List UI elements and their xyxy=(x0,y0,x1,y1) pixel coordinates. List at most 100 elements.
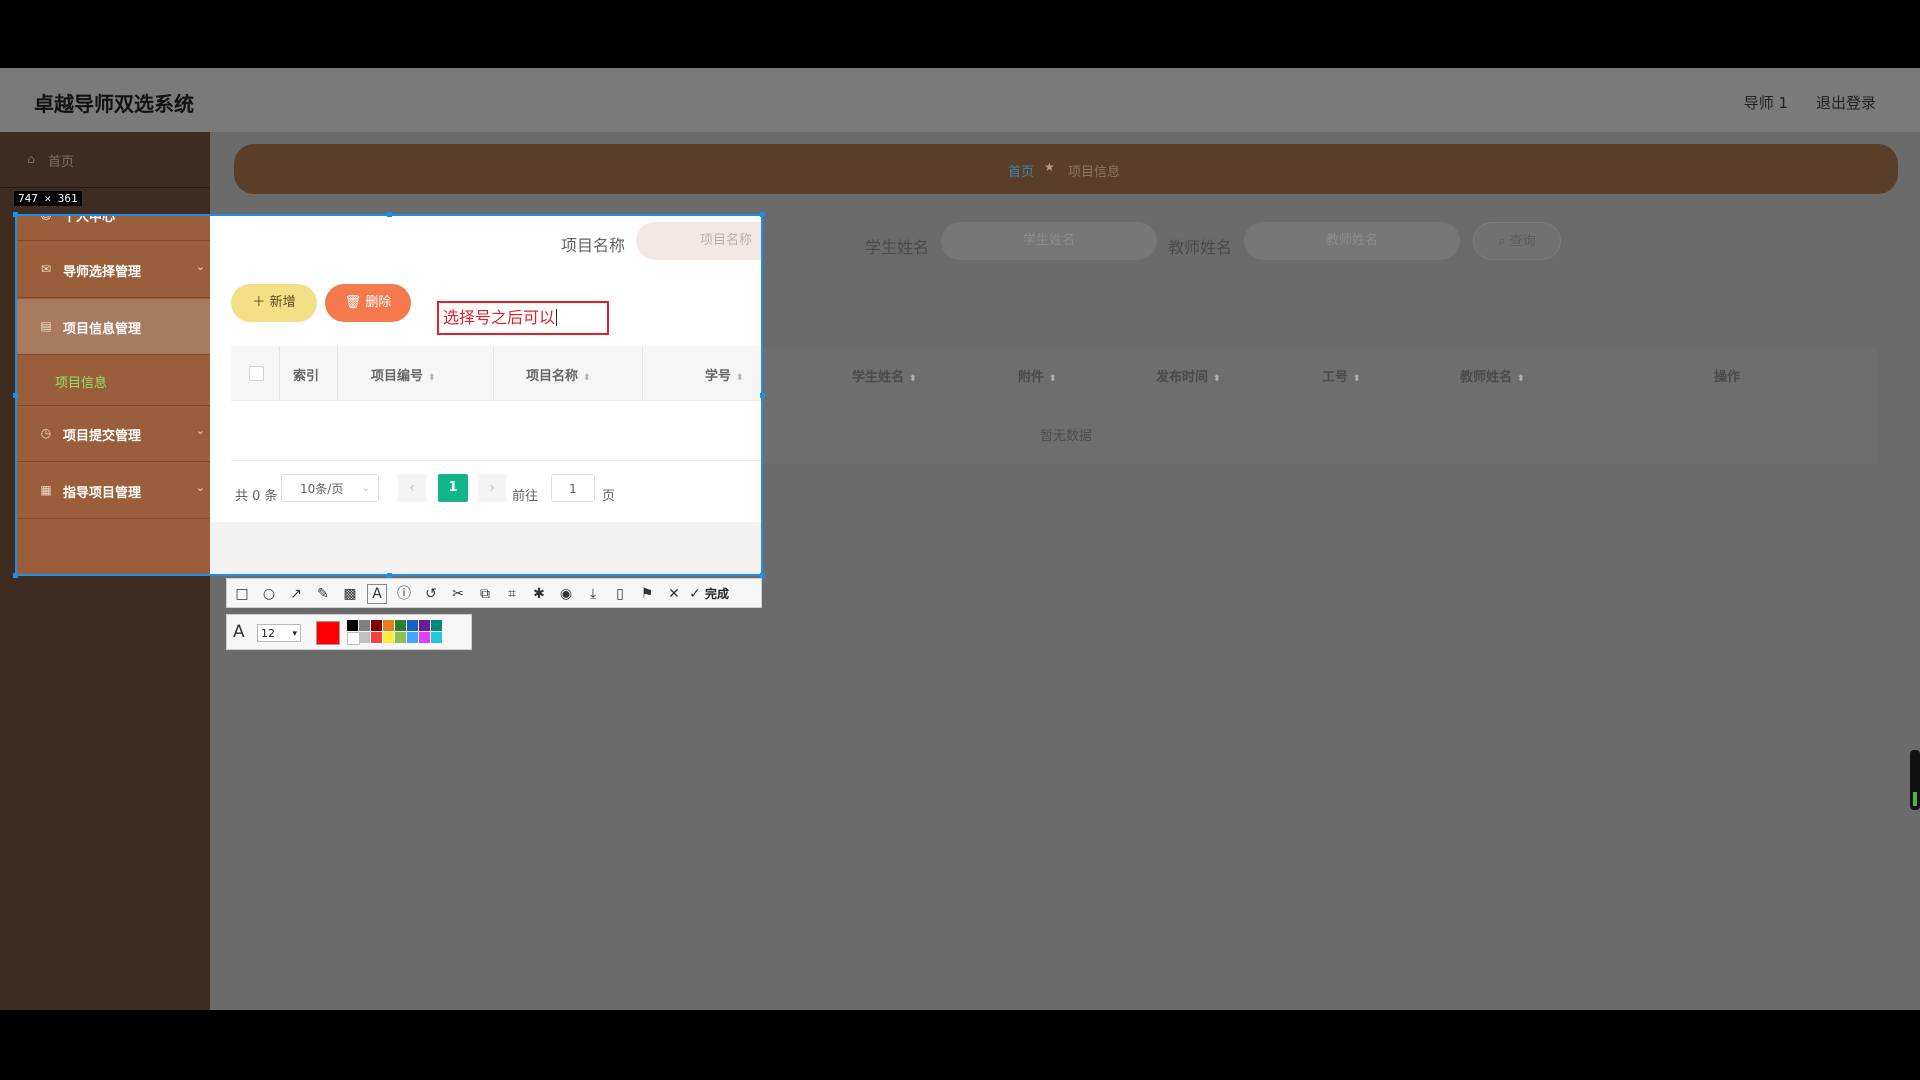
mosaic-tool-icon[interactable]: ▩ xyxy=(340,584,360,604)
color-swatch[interactable] xyxy=(383,632,394,643)
chevron-left-icon: ‹ xyxy=(409,480,415,496)
number-tool-icon[interactable]: ⓘ xyxy=(394,584,414,604)
col-label: 附件 xyxy=(1018,370,1045,385)
sidebar-item-label: 项目信息管理 xyxy=(63,322,142,337)
color-swatch[interactable] xyxy=(407,620,418,631)
add-button[interactable]: ＋ 新增 xyxy=(231,284,317,322)
query-button[interactable]: ⌕ 查询 xyxy=(1473,222,1561,260)
prev-page-button[interactable]: ‹ xyxy=(398,474,426,502)
add-button-label: 新增 xyxy=(269,295,296,310)
next-page-button[interactable]: › xyxy=(478,474,506,502)
teacher-name-input[interactable]: 教师姓名 xyxy=(1244,222,1460,260)
sidebar-item-label: 项目提交管理 xyxy=(63,429,142,444)
done-button[interactable]: 完成 xyxy=(705,585,729,602)
logout-link[interactable]: 退出登录 xyxy=(1816,92,1876,113)
student-name-input[interactable]: 学生姓名 xyxy=(941,222,1157,260)
ellipse-tool-icon[interactable]: ○ xyxy=(259,584,279,604)
download-icon[interactable]: ⤓ xyxy=(583,584,603,604)
project-name-input[interactable]: 项目名称 xyxy=(636,222,763,260)
text-annotation-box[interactable]: 选择号之后可以 xyxy=(437,301,609,335)
page-size-select[interactable]: 10条/页 ⌄ xyxy=(281,474,379,502)
clock-icon: ◷ xyxy=(40,426,52,440)
translate-icon[interactable]: ⧉ xyxy=(475,584,495,604)
color-swatch[interactable] xyxy=(383,620,394,631)
resize-handle-sw[interactable] xyxy=(13,573,18,578)
color-swatch[interactable] xyxy=(431,632,442,643)
font-icon: A xyxy=(233,622,245,642)
goto-page-input[interactable]: 1 xyxy=(551,474,595,502)
sidebar-item-profile[interactable]: ☺ 个人中心 xyxy=(15,214,225,241)
col-student-name[interactable]: 学生姓名 ⬍ xyxy=(852,366,917,385)
font-size-select[interactable]: 12 ▾ xyxy=(257,624,301,642)
text-style-toolbar: A 12 ▾ xyxy=(226,614,472,650)
empty-table-text: 暂无数据 xyxy=(1040,429,1093,444)
col-publish-time[interactable]: 发布时间 ⬍ xyxy=(1156,366,1221,385)
color-swatch[interactable] xyxy=(371,620,382,631)
mail-icon: ✉ xyxy=(40,262,52,276)
color-swatch[interactable] xyxy=(395,620,406,631)
color-swatch[interactable] xyxy=(431,620,442,631)
sidebar-item-home[interactable]: ⌂ 首页 xyxy=(0,132,210,188)
record-icon[interactable]: ◉ xyxy=(556,584,576,604)
col-teacher-name[interactable]: 教师姓名 ⬍ xyxy=(1460,366,1525,385)
page-number-current[interactable]: 1 xyxy=(438,474,468,502)
col-staff-no[interactable]: 工号 ⬍ xyxy=(1322,366,1361,385)
select-all-checkbox[interactable] xyxy=(249,366,264,381)
col-project-no[interactable]: 项目编号 ⬍ xyxy=(371,365,436,384)
page-size-value: 10条/页 xyxy=(300,482,344,496)
annotation-text: 选择号之后可以 xyxy=(443,308,556,327)
resize-handle-w[interactable] xyxy=(13,393,18,398)
pen-tool-icon[interactable]: ✎ xyxy=(313,584,333,604)
color-swatch[interactable] xyxy=(359,620,370,631)
teacher-name-label: 教师姓名 xyxy=(1168,238,1233,257)
close-icon[interactable]: ✕ xyxy=(664,584,684,604)
long-capture-icon[interactable]: ▯ xyxy=(610,584,630,604)
sort-icon: ⬍ xyxy=(736,373,744,383)
chevron-right-icon: › xyxy=(489,480,495,496)
chevron-down-icon: ⌄ xyxy=(195,260,205,273)
sort-icon: ⬍ xyxy=(583,373,591,383)
crop-icon[interactable]: ✂ xyxy=(448,584,468,604)
color-swatch[interactable] xyxy=(395,632,406,643)
rect-tool-icon[interactable]: □ xyxy=(232,584,252,604)
color-swatch[interactable] xyxy=(347,620,358,631)
breadcrumb-home[interactable]: 首页 xyxy=(1008,161,1034,180)
col-actions: 操作 xyxy=(1714,370,1741,385)
sidebar-item-project-info[interactable]: 项目信息 xyxy=(15,356,225,406)
text-tool-icon[interactable]: A xyxy=(367,584,387,604)
col-student-no[interactable]: 学号 ⬍ xyxy=(705,365,744,384)
color-swatch[interactable] xyxy=(419,620,430,631)
resize-handle-ne[interactable] xyxy=(760,212,765,217)
capture-selection[interactable]: ☺ 个人中心 ✉ 导师选择管理 ⌄ ▤ 项目信息管理 项目信息 ◷ 项目提交管理… xyxy=(15,214,763,576)
sidebar-item-advisor-selection[interactable]: ✉ 导师选择管理 ⌄ xyxy=(15,242,225,298)
current-user[interactable]: 导师 1 xyxy=(1744,92,1788,113)
current-color-swatch[interactable] xyxy=(316,621,340,645)
chevron-down-icon: ⌄ xyxy=(361,483,370,494)
sidebar-item-project-submission[interactable]: ◷ 项目提交管理 ⌄ xyxy=(15,406,225,462)
color-swatch[interactable] xyxy=(359,632,370,643)
color-swatch[interactable] xyxy=(407,632,418,643)
ocr-icon[interactable]: ⌗ xyxy=(502,584,522,604)
col-project-name[interactable]: 项目名称 ⬍ xyxy=(526,365,591,384)
color-swatch[interactable] xyxy=(419,632,430,643)
pin-icon[interactable]: ✱ xyxy=(529,584,549,604)
col-attachment[interactable]: 附件 ⬍ xyxy=(1018,366,1057,385)
chevron-down-icon: ▾ xyxy=(292,629,297,639)
capture-toolbar: □ ○ ↗ ✎ ▩ A ⓘ ↺ ✂ ⧉ ⌗ ✱ ◉ ⤓ ▯ ⚑ ✕ ✓ 完成 xyxy=(226,578,762,608)
resize-handle-n[interactable] xyxy=(387,212,392,217)
col-label: 学生姓名 xyxy=(852,370,905,385)
resize-handle-nw[interactable] xyxy=(13,212,18,217)
delete-button[interactable]: 🗑 删除 xyxy=(325,284,411,322)
resize-handle-e[interactable] xyxy=(760,393,765,398)
arrow-tool-icon[interactable]: ↗ xyxy=(286,584,306,604)
check-icon[interactable]: ✓ xyxy=(685,584,705,604)
sidebar-item-project-info-mgmt[interactable]: ▤ 项目信息管理 xyxy=(15,299,225,355)
color-swatch[interactable] xyxy=(371,632,382,643)
bookmark-icon[interactable]: ⚑ xyxy=(637,584,657,604)
scrollbar-handle[interactable] xyxy=(1910,750,1920,810)
undo-icon[interactable]: ↺ xyxy=(421,584,441,604)
sidebar-item-guidance-projects[interactable]: ▦ 指导项目管理 ⌄ xyxy=(15,463,225,519)
col-index: 索引 xyxy=(293,369,320,384)
column-divider xyxy=(493,346,494,400)
trash-icon: 🗑 xyxy=(344,295,362,310)
